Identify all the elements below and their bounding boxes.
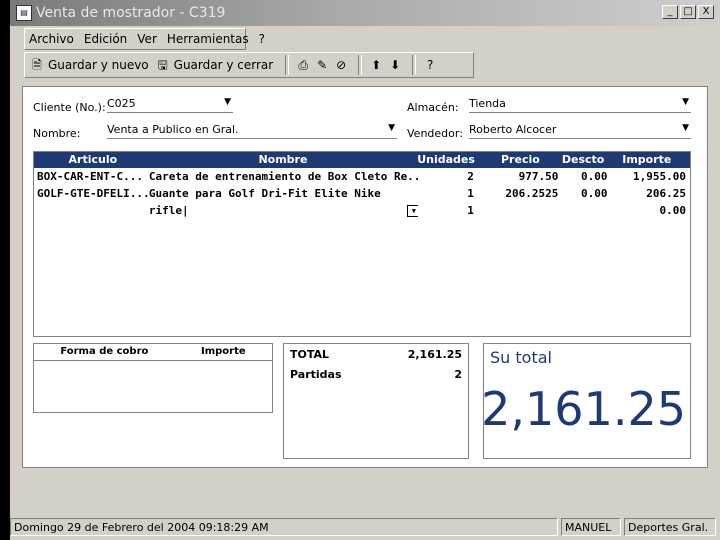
- cell-articulo: [34, 202, 149, 219]
- menu-archivo[interactable]: Archivo: [29, 32, 74, 46]
- su-total-box: Su total 2,161.25: [481, 343, 691, 459]
- col-precio[interactable]: Precio: [482, 152, 558, 168]
- cell-articulo: GOLF-GTE-DFELI...: [37, 187, 149, 200]
- col-unidades[interactable]: Unidades: [417, 152, 482, 168]
- cell-importe: 1,955.00: [633, 170, 686, 183]
- menu-herramientas[interactable]: Herramientas: [167, 32, 249, 46]
- cell-descto: [558, 202, 607, 219]
- client-label: Cliente (No.):: [33, 101, 106, 114]
- save-new-button[interactable]: 🗎 Guardar y nuevo: [29, 57, 149, 73]
- payment-table[interactable]: Forma de cobro Importe: [33, 343, 273, 413]
- warehouse-field[interactable]: Tienda ▼: [469, 97, 691, 113]
- cell-nombre: Guante para Golf Dri-Fit Elite Nike: [148, 187, 381, 200]
- cell-descto: 0.00: [580, 187, 608, 200]
- maximize-button[interactable]: □: [680, 5, 696, 19]
- chevron-down-icon[interactable]: ▼: [682, 123, 689, 133]
- arrow-up-icon[interactable]: ⬆: [368, 57, 384, 73]
- items-value: 2: [454, 368, 462, 381]
- chevron-down-icon[interactable]: ▼: [682, 97, 689, 107]
- toolbar-separator: [412, 55, 417, 75]
- cell-descto: 0.00: [580, 170, 608, 183]
- cell-nombre-input[interactable]: rifle: [149, 204, 182, 217]
- status-bar: Domingo 29 de Febrero del 2004 09:18:29 …: [10, 518, 720, 538]
- toolbar: 🗎 Guardar y nuevo 🖫 Guardar y cerrar ⎙ ✎…: [24, 52, 474, 78]
- col-descto[interactable]: Descto: [559, 152, 608, 168]
- items-grid[interactable]: Articulo Nombre Unidades Precio Descto I…: [33, 151, 691, 337]
- window-title: Venta de mostrador - C319: [36, 5, 226, 21]
- status-user: MANUEL: [561, 518, 621, 536]
- menu-ver[interactable]: Ver: [137, 32, 157, 46]
- save-new-label: Guardar y nuevo: [48, 58, 149, 72]
- seller-label: Vendedor:: [407, 127, 463, 140]
- name-value: Venta a Publico en Gral.: [107, 123, 239, 136]
- save-close-label: Guardar y cerrar: [173, 58, 274, 72]
- document-icon[interactable]: ▤: [16, 5, 32, 21]
- col-pay-importe: Importe: [201, 346, 246, 357]
- su-total-label: Su total: [490, 348, 552, 367]
- save-new-icon: 🗎: [32, 58, 42, 72]
- su-total-value: 2,161.25: [481, 382, 686, 436]
- cell-precio: 977.50: [518, 170, 559, 183]
- col-articulo[interactable]: Articulo: [34, 152, 149, 168]
- warehouse-label: Almacén:: [407, 101, 459, 114]
- save-close-button[interactable]: 🖫 Guardar y cerrar: [155, 57, 274, 73]
- chevron-down-icon[interactable]: ▼: [388, 123, 395, 133]
- cell-unidades: 2: [467, 170, 474, 183]
- cell-unidades: 1: [467, 204, 474, 217]
- minimize-button[interactable]: _: [662, 5, 678, 19]
- cell-importe: 0.00: [659, 204, 687, 217]
- menu-bar: Archivo Edición Ver Herramientas ?: [24, 28, 265, 50]
- col-forma-cobro: Forma de cobro: [60, 346, 149, 357]
- name-field[interactable]: Venta a Publico en Gral. ▼: [107, 123, 397, 139]
- col-importe[interactable]: Importe: [608, 152, 690, 168]
- payment-header: Forma de cobro Importe: [34, 344, 272, 361]
- cancel-icon[interactable]: ⊘: [333, 57, 349, 73]
- table-row[interactable]: GOLF-GTE-DFELI... Guante para Golf Dri-F…: [34, 185, 690, 202]
- table-row[interactable]: BOX-CAR-ENT-C... Careta de entrenamiento…: [34, 168, 690, 185]
- print-icon[interactable]: ⎙: [295, 57, 311, 73]
- cell-precio: 206.2525: [505, 187, 559, 200]
- title-bar: ▤ Venta de mostrador - C319 _ □ X: [10, 0, 720, 26]
- cell-nombre-editing[interactable]: rifle| ▼: [149, 202, 418, 219]
- cell-importe: 206.25: [646, 187, 686, 200]
- lookup-button-icon[interactable]: ▼: [406, 205, 418, 217]
- floppy-icon: 🖫: [157, 58, 168, 72]
- toolbar-separator: [358, 55, 363, 75]
- help-icon[interactable]: ?: [422, 57, 438, 73]
- name-label: Nombre:: [33, 127, 81, 140]
- cell-unidades: 1: [467, 187, 474, 200]
- seller-field[interactable]: Roberto Alcocer ▼: [469, 123, 691, 139]
- status-company: Deportes Gral.: [624, 518, 716, 536]
- warehouse-value: Tienda: [469, 97, 506, 110]
- items-label: Partidas: [290, 368, 342, 381]
- seller-value: Roberto Alcocer: [469, 123, 557, 136]
- toolbar-separator: [285, 55, 290, 75]
- total-value: 2,161.25: [407, 348, 462, 361]
- sale-form-panel: Cliente (No.): C025 ▼ Nombre: Venta a Pu…: [22, 86, 708, 468]
- totals-box: TOTAL 2,161.25 Partidas 2: [283, 343, 469, 459]
- app-window: ▤ Venta de mostrador - C319 _ □ X Archiv…: [10, 0, 720, 540]
- status-datetime: Domingo 29 de Febrero del 2004 09:18:29 …: [10, 518, 558, 536]
- close-button[interactable]: X: [698, 5, 714, 19]
- arrow-down-icon[interactable]: ⬇: [387, 57, 403, 73]
- total-label: TOTAL: [290, 348, 330, 361]
- cell-precio: [482, 202, 559, 219]
- menu-edicion[interactable]: Edición: [84, 32, 127, 46]
- cell-articulo: BOX-CAR-ENT-C...: [37, 170, 143, 183]
- client-field[interactable]: C025 ▼: [107, 97, 233, 113]
- client-value: C025: [107, 97, 136, 110]
- chevron-down-icon[interactable]: ▼: [224, 97, 231, 107]
- table-row[interactable]: rifle| ▼ 1 0.00: [34, 202, 690, 219]
- grid-header: Articulo Nombre Unidades Precio Descto I…: [34, 152, 690, 168]
- cell-nombre: Careta de entrenamiento de Box Cleto Re.…: [148, 170, 418, 183]
- text-caret: |: [182, 204, 189, 217]
- menu-help[interactable]: ?: [259, 32, 265, 46]
- pencil-icon[interactable]: ✎: [314, 57, 330, 73]
- col-nombre[interactable]: Nombre: [149, 152, 417, 168]
